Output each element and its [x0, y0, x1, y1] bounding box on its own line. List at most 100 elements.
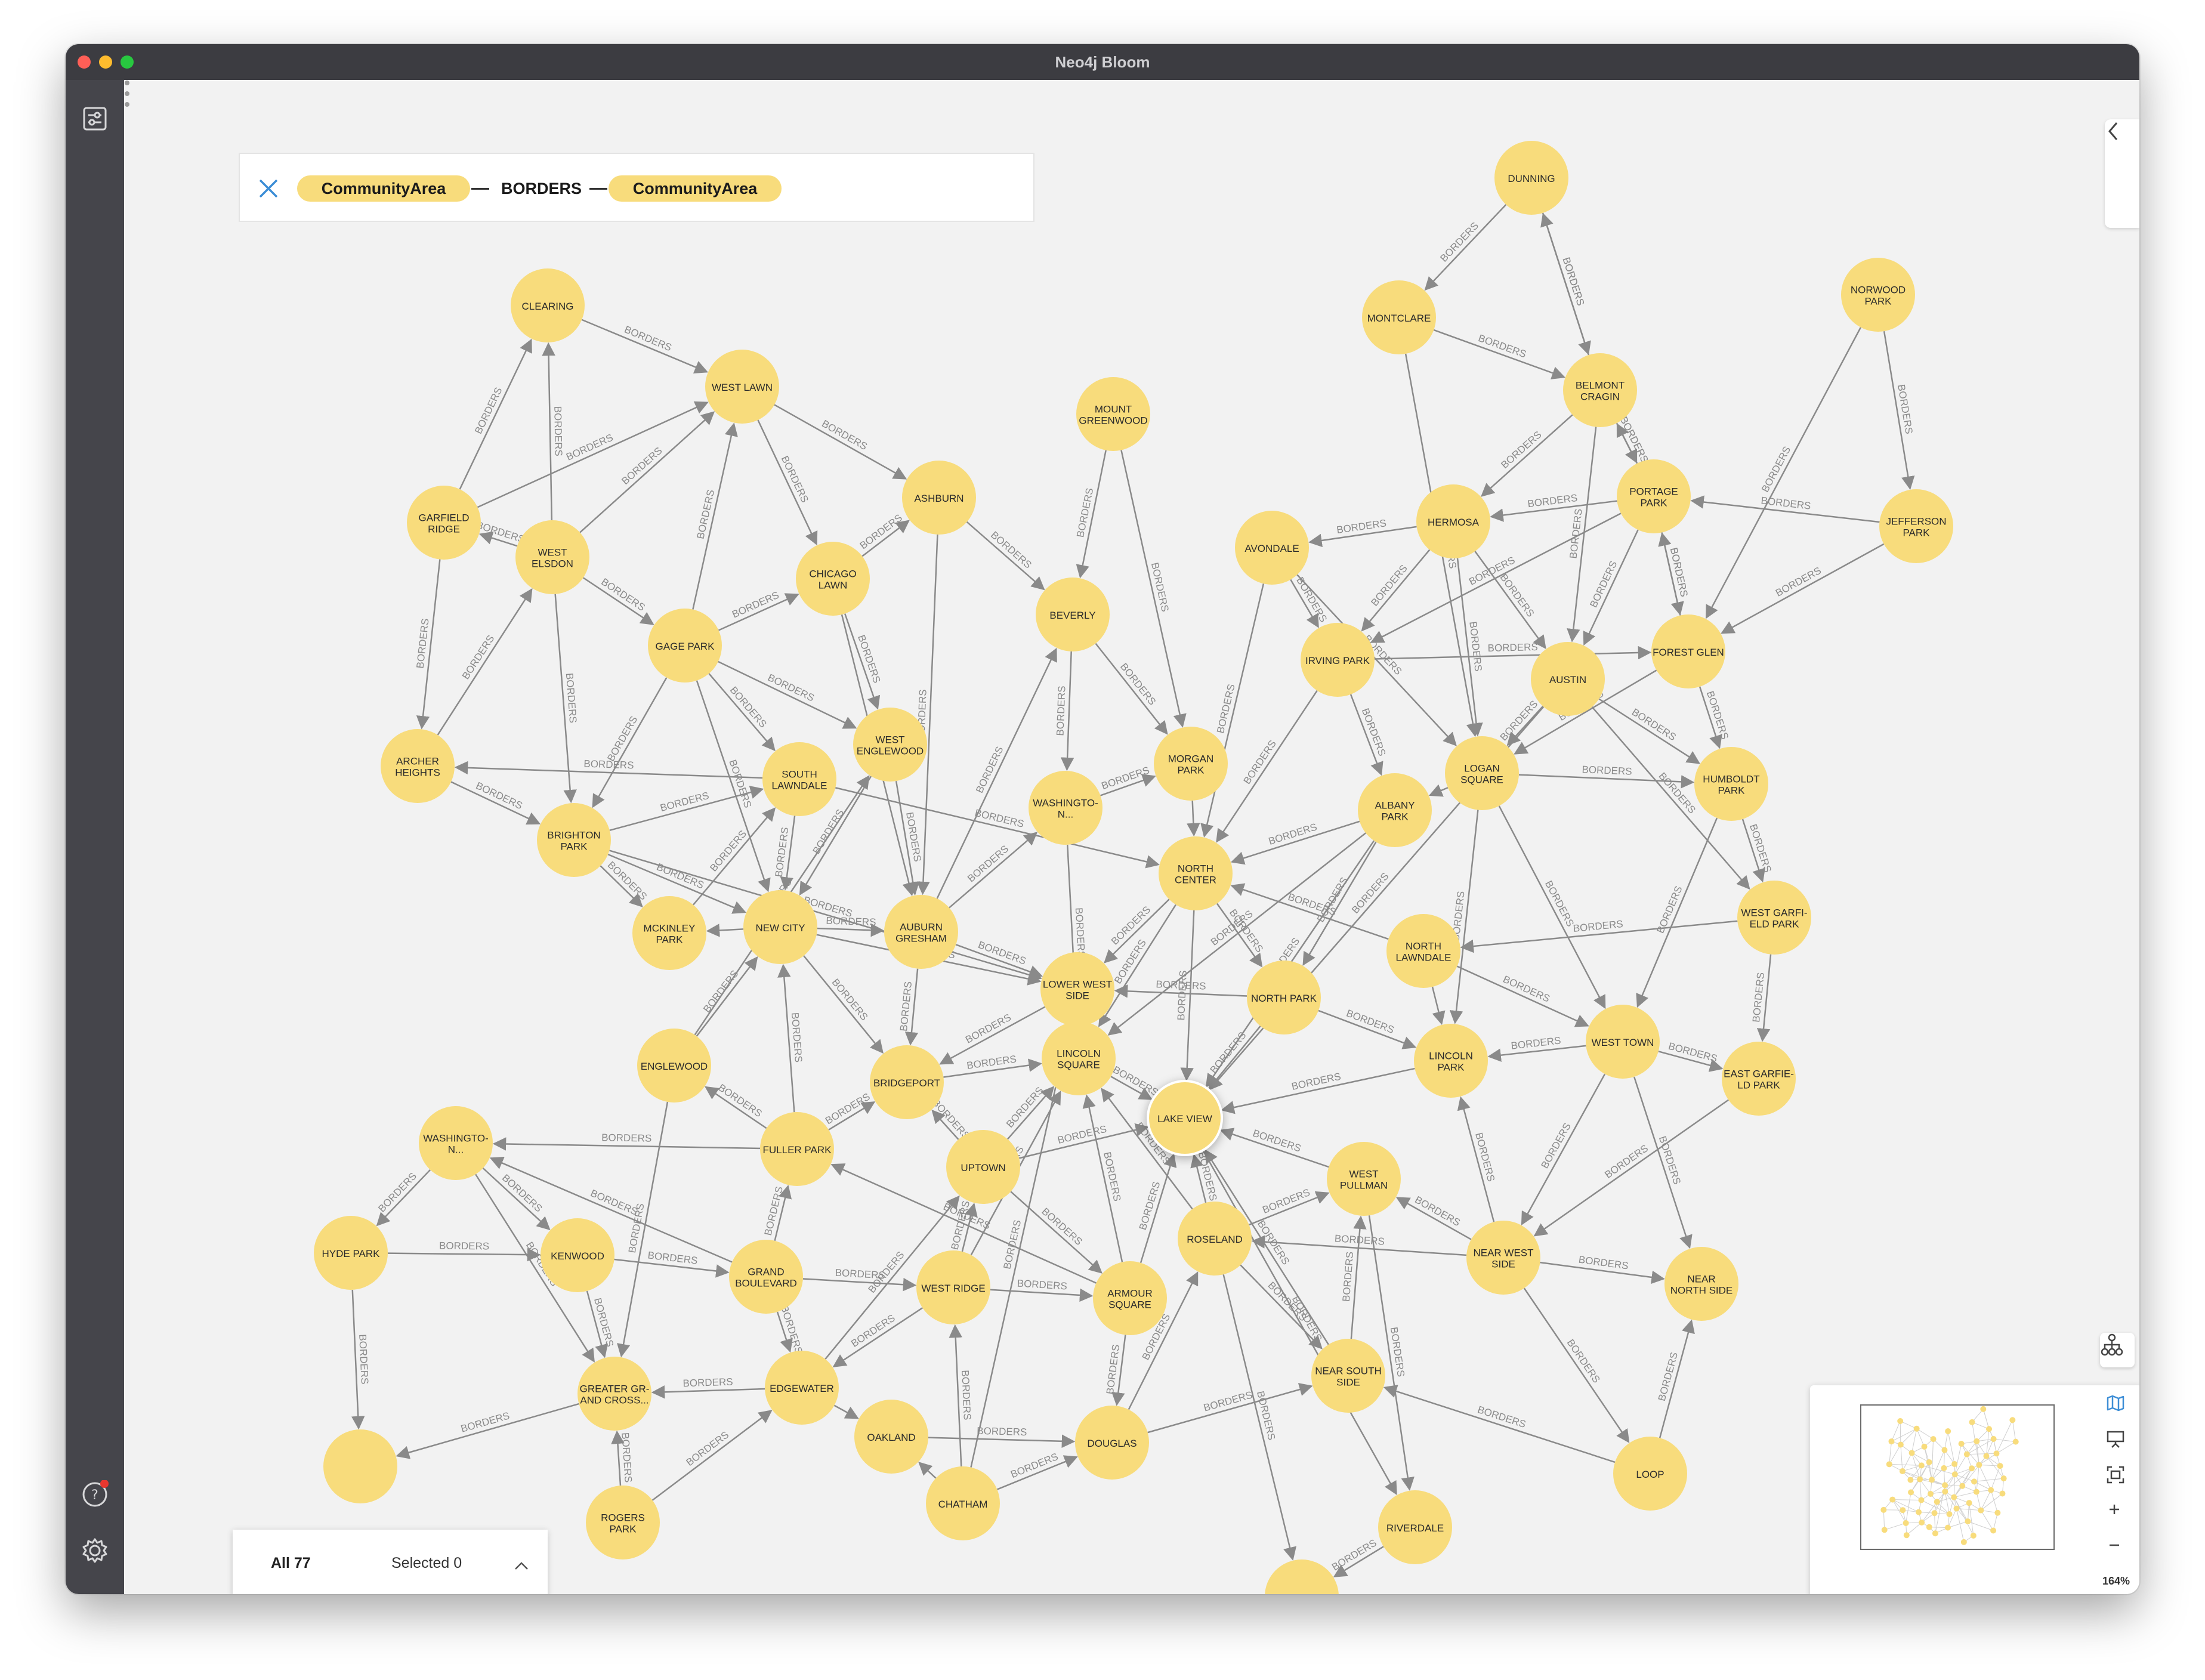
- relationship-edge[interactable]: [396, 1403, 579, 1459]
- node-avondale[interactable]: AVONDALE: [1235, 511, 1309, 585]
- node-forestglen[interactable]: FOREST GLEN: [1651, 614, 1725, 688]
- relationship-edge[interactable]: [437, 588, 533, 736]
- node-ashburn[interactable]: ASHBURN: [902, 461, 976, 535]
- node-oakland[interactable]: OAKLAND: [854, 1400, 928, 1474]
- relationship-edge[interactable]: [1428, 784, 1449, 797]
- graph-canvas[interactable]: BORDERS BORDERS BORDERS BORDERS BORDERS BORDE…: [124, 80, 2139, 1594]
- tab-selected[interactable]: Selected 0: [391, 1530, 462, 1594]
- minimap-viewport[interactable]: [1860, 1404, 2055, 1550]
- node-morganpark[interactable]: MORGANPARK: [1154, 727, 1228, 801]
- close-icon[interactable]: [257, 177, 280, 200]
- node-westpullman[interactable]: WESTPULLMAN: [1327, 1142, 1401, 1216]
- node-nearwestside[interactable]: NEAR WESTSIDE: [1466, 1221, 1540, 1295]
- node-westgarfieldpark[interactable]: WEST GARFI-ELD PARK: [1737, 881, 1811, 955]
- node-southlawndale[interactable]: SOUTHLAWNDALE: [762, 742, 836, 816]
- relationship-edge[interactable]: [990, 1288, 1094, 1302]
- relationship-edge[interactable]: [1010, 1191, 1102, 1274]
- relationship-edge[interactable]: [832, 1307, 923, 1367]
- relationship-edge[interactable]: [706, 924, 744, 937]
- minimap[interactable]: 164%: [1810, 1385, 2139, 1594]
- node-hermosa[interactable]: HERMOSA: [1416, 484, 1490, 558]
- relationship-edge[interactable]: [1633, 1076, 1693, 1249]
- node-lowerwestside[interactable]: LOWER WESTSIDE: [1040, 952, 1114, 1026]
- relationship-edge[interactable]: [1374, 646, 1652, 660]
- node-northlawndale[interactable]: NORTHLAWNDALE: [1386, 914, 1460, 988]
- node-rogerspark[interactable]: ROGERSPARK: [586, 1486, 660, 1559]
- relationship-edge[interactable]: [651, 1410, 773, 1501]
- help-icon[interactable]: ?: [78, 1477, 112, 1512]
- node-portagepark[interactable]: PORTAGEPARK: [1617, 459, 1691, 533]
- relationship-edge[interactable]: [966, 521, 1045, 591]
- relationship-edge[interactable]: [482, 1168, 551, 1231]
- node-mckinleypark[interactable]: MCKINLEYPARK: [632, 896, 706, 970]
- node-bridgeport[interactable]: BRIDGEPORT: [870, 1045, 944, 1119]
- node-southshore[interactable]: [323, 1429, 397, 1503]
- relationship-edge[interactable]: [949, 832, 1038, 909]
- relationship-edge[interactable]: [651, 1385, 765, 1399]
- node-englewood[interactable]: ENGLEWOOD: [637, 1029, 711, 1102]
- node-mountgreenwood[interactable]: MOUNTGREENWOOD: [1076, 377, 1150, 451]
- node-lakeview[interactable]: LAKE VIEW: [1147, 1080, 1223, 1156]
- presentation-icon[interactable]: [2106, 1429, 2130, 1453]
- node-newcity[interactable]: NEW CITY: [743, 890, 817, 964]
- node-garfieldridge[interactable]: GARFIELDRIDGE: [407, 486, 481, 560]
- relationship-edge[interactable]: [802, 1277, 917, 1292]
- relationship-edge[interactable]: [1705, 327, 1861, 619]
- collapse-panel-button[interactable]: [2105, 119, 2139, 228]
- node-gagepark[interactable]: GAGE PARK: [648, 609, 722, 682]
- relationship-edge[interactable]: [939, 1006, 1046, 1065]
- node-edgewater[interactable]: EDGEWATER: [765, 1351, 839, 1425]
- relationship-edge[interactable]: [581, 319, 709, 373]
- node-montclare[interactable]: MONTCLARE: [1362, 280, 1436, 354]
- node-auburngresham[interactable]: AUBURNGRESHAM: [884, 895, 958, 969]
- node-clearing[interactable]: CLEARING: [511, 268, 585, 342]
- relationship-edge[interactable]: [1216, 690, 1318, 843]
- relationship-edge[interactable]: [803, 955, 884, 1054]
- relationship-edge[interactable]: [1598, 698, 1701, 764]
- node-hegewisch[interactable]: [1265, 1559, 1339, 1594]
- relationship-edge[interactable]: [833, 1404, 859, 1419]
- node-humboldtpark[interactable]: HUMBOLDTPARK: [1694, 747, 1768, 821]
- node-uptown[interactable]: UPTOWN: [946, 1130, 1020, 1204]
- relationship-edge[interactable]: [693, 807, 776, 906]
- node-westlawn[interactable]: WEST LAWN: [705, 350, 779, 424]
- relationship-edge[interactable]: [1120, 450, 1187, 728]
- relationship-edge[interactable]: [1147, 1383, 1313, 1434]
- relationship-edge[interactable]: [757, 419, 818, 546]
- relationship-edge[interactable]: [1721, 543, 1885, 634]
- relationship-edge[interactable]: [1240, 1264, 1323, 1349]
- node-westtown[interactable]: WEST TOWN: [1586, 1005, 1660, 1079]
- tab-all[interactable]: All 77: [271, 1530, 311, 1594]
- relationship-edge[interactable]: [1533, 1099, 1729, 1237]
- relationship-edge[interactable]: [1583, 529, 1639, 646]
- node-eastgarfieldpark[interactable]: EAST GARFIE-LD PARK: [1722, 1042, 1796, 1116]
- node-lincolnsquare[interactable]: LINCOLNSQUARE: [1042, 1021, 1116, 1095]
- relationship-edge[interactable]: [1095, 643, 1168, 735]
- node-washingtonheights[interactable]: WASHINGTO-N...: [1029, 771, 1102, 845]
- chevron-up-icon[interactable]: [513, 1559, 530, 1571]
- node-circle[interactable]: [323, 1429, 397, 1503]
- relationship-edge[interactable]: [918, 1462, 937, 1479]
- node-loop[interactable]: LOOP: [1613, 1437, 1687, 1511]
- node-irvingpark[interactable]: IRVING PARK: [1301, 623, 1375, 697]
- relationship-edge[interactable]: [1361, 549, 1431, 632]
- node-label-pill-start[interactable]: CommunityArea: [297, 175, 470, 202]
- node-greatergrandcrossing[interactable]: GREATER GR-AND CROSS...: [578, 1357, 651, 1431]
- relationship-edge[interactable]: [928, 1434, 1076, 1448]
- settings-sliders-icon[interactable]: [78, 101, 112, 136]
- relationship-edge[interactable]: [1187, 800, 1200, 837]
- node-chatham[interactable]: CHATHAM: [926, 1466, 1000, 1540]
- relationship-edge[interactable]: [1431, 986, 1446, 1026]
- node-chicagolawn[interactable]: CHICAGOLAWN: [796, 542, 870, 616]
- node-albanypark[interactable]: ALBANYPARK: [1358, 773, 1432, 847]
- relationship-edge[interactable]: [1200, 583, 1265, 838]
- relationship-edge[interactable]: [477, 401, 709, 508]
- node-fullerpark[interactable]: FULLER PARK: [760, 1112, 834, 1186]
- relationship-edge[interactable]: [1383, 1385, 1616, 1463]
- relationship-edge[interactable]: [459, 338, 532, 490]
- layout-button[interactable]: [2100, 1333, 2135, 1367]
- node-nearnorthside[interactable]: NEARNORTH SIDE: [1664, 1247, 1738, 1321]
- minus-icon[interactable]: [2106, 1537, 2130, 1561]
- relationship-edge[interactable]: [1222, 1274, 1297, 1561]
- relationship-edge[interactable]: [1107, 832, 1367, 1036]
